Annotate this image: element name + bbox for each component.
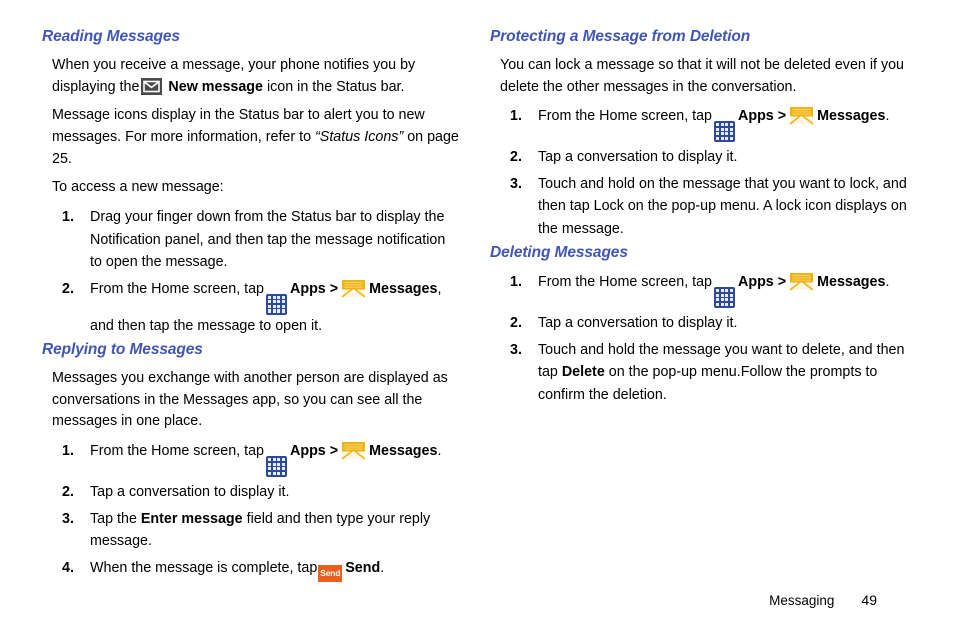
manual-page: Reading Messages When you receive a mess… — [0, 0, 954, 636]
heading-protecting-a-message-from-deletion: Protecting a Message from Deletion — [490, 28, 751, 45]
protecting-steps-list: 1. From the Home screen, tap Apps > Messag… — [488, 105, 908, 240]
step-number: 1. — [510, 108, 522, 125]
heading-deleting-messages: Deleting Messages — [490, 244, 628, 262]
list-item: 1. From the Home screen, tap Apps > Messag… — [488, 105, 908, 143]
apps-label: Apps > — [738, 108, 787, 125]
apps-label: Apps > — [290, 280, 339, 297]
step-number: 2. — [510, 314, 522, 331]
step-text-a: From the Home screen, tap — [90, 443, 265, 460]
list-item: 3. Touch and hold on the message that yo… — [488, 173, 908, 241]
step-number: 1. — [62, 443, 74, 460]
step-text-a: From the Home screen, tap — [538, 274, 713, 291]
messages-label: Messages — [369, 280, 438, 297]
apps-grid-icon — [714, 286, 736, 308]
reading-paragraph-1: When you receive a message, your phone n… — [40, 55, 460, 98]
messages-envelope-icon — [789, 106, 814, 125]
reading-p1-icon-label: New message — [168, 78, 263, 95]
reading-p2-cross-reference: “Status Icons” — [315, 128, 404, 145]
step-text-b: . — [885, 274, 890, 291]
messages-label: Messages — [369, 443, 438, 460]
apps-label: Apps > — [738, 274, 787, 291]
step-number: 2. — [62, 280, 74, 297]
step-number: 3. — [510, 175, 522, 192]
apps-grid-icon — [266, 293, 288, 315]
step-text: Tap a conversation to display it. — [90, 484, 290, 500]
step-text: Tap a conversation to display it. — [538, 149, 738, 166]
step-text-a: Tap the — [90, 510, 137, 527]
replying-steps-list: 1. From the Home screen, tap Apps > Messag… — [40, 440, 460, 582]
reading-steps-list: 1. Drag your finger down from the Status… — [40, 206, 460, 337]
step-number: 2. — [62, 484, 74, 500]
list-item: 1. From the Home screen, tap Apps > Messag… — [40, 440, 460, 477]
step-number: 3. — [510, 341, 522, 358]
deleting-steps-list: 1. From the Home screen, tap Apps > Messag… — [488, 271, 908, 406]
step-text-a: When the message is complete, tap — [90, 559, 318, 576]
apps-grid-icon — [266, 456, 288, 477]
step-number: 4. — [62, 559, 74, 576]
send-icon: Send — [318, 564, 343, 582]
apps-grid-icon — [714, 121, 736, 143]
footer-chapter-name: Messaging — [769, 593, 835, 608]
right-column: Protecting a Message from Deletion You c… — [488, 28, 908, 410]
messages-label: Messages — [817, 274, 886, 291]
replying-paragraph-1: Messages you exchange with another perso… — [52, 370, 448, 430]
step-text: Tap a conversation to display it. — [538, 314, 738, 331]
delete-action-label: Delete — [561, 364, 605, 381]
step-text-b: . — [437, 443, 442, 460]
apps-grid-cells — [268, 295, 286, 313]
apps-label: Apps > — [290, 443, 339, 460]
page-footer: Messaging 49 — [769, 592, 877, 608]
step-text: Drag your finger down from the Status ba… — [90, 209, 446, 271]
list-item: 4. When the message is complete, tap Send… — [40, 557, 460, 582]
messages-envelope-icon — [789, 272, 814, 291]
enter-message-field-label: Enter message — [140, 510, 243, 527]
messages-label: Messages — [817, 108, 886, 125]
step-text: Touch and hold on the message that you w… — [538, 175, 907, 237]
list-item: 2. From the Home screen, tap Apps > Messag… — [40, 278, 460, 337]
step-number: 1. — [62, 209, 74, 226]
list-item: 1. Drag your finger down from the Status… — [40, 206, 460, 274]
new-message-icon — [141, 77, 163, 95]
step-text-a: From the Home screen, tap — [538, 108, 713, 125]
left-column: Reading Messages When you receive a mess… — [40, 28, 460, 586]
send-label: Send — [345, 559, 381, 576]
step-text-a: From the Home screen, tap — [90, 280, 265, 297]
reading-p1-part-b: icon in the Status bar. — [266, 78, 405, 95]
list-item: 1. From the Home screen, tap Apps > Messag… — [488, 271, 908, 308]
list-item: 3. Tap the Enter message field and then … — [40, 508, 460, 553]
step-text-b: . — [380, 559, 385, 576]
step-number: 2. — [510, 149, 522, 166]
list-item: 3. Touch and hold the message you want t… — [488, 339, 908, 407]
step-text-b: . — [885, 108, 890, 125]
messages-envelope-icon — [341, 441, 366, 460]
reading-paragraph-2: Message icons display in the Status bar … — [40, 105, 460, 170]
list-item: 2. Tap a conversation to display it. — [40, 481, 460, 504]
protecting-paragraph-1: You can lock a message so that it will n… — [500, 56, 905, 95]
list-item: 2. Tap a conversation to display it. — [488, 312, 908, 335]
apps-grid-cells — [716, 288, 734, 306]
apps-grid-cells — [268, 458, 286, 475]
heading-reading-messages: Reading Messages — [42, 28, 180, 45]
step-number: 3. — [62, 510, 74, 527]
reading-paragraph-3: To access a new message: — [52, 179, 224, 196]
list-item: 2. Tap a conversation to display it. — [488, 146, 908, 169]
footer-page-number: 49 — [861, 592, 877, 608]
step-number: 1. — [510, 274, 522, 291]
apps-grid-cells — [716, 123, 734, 141]
messages-envelope-icon — [341, 279, 366, 298]
heading-replying-to-messages: Replying to Messages — [42, 341, 203, 359]
